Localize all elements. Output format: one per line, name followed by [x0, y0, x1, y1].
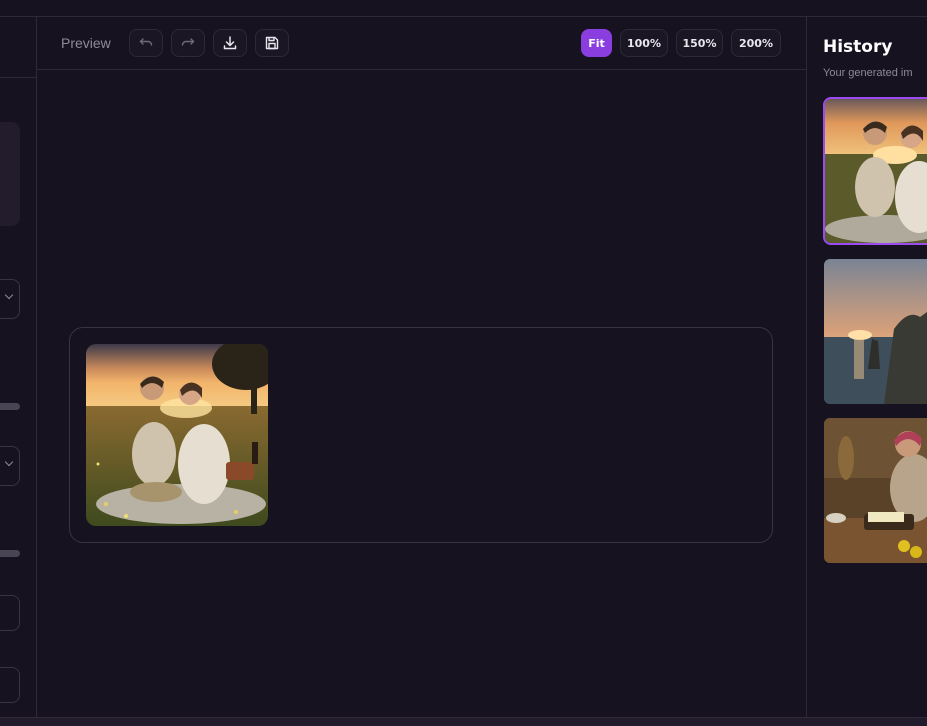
select-dropdown[interactable]	[0, 446, 20, 486]
zoom-150-button[interactable]: 150%	[676, 29, 723, 57]
zoom-200-button[interactable]: 200%	[731, 29, 781, 57]
settings-panel-header	[0, 17, 37, 78]
slider-track[interactable]	[0, 550, 20, 557]
redo-button[interactable]	[171, 29, 205, 57]
history-item-coast[interactable]	[824, 259, 927, 404]
download-icon	[223, 36, 237, 50]
undo-icon	[139, 38, 153, 46]
save-icon	[265, 36, 279, 50]
chevron-down-icon	[4, 290, 14, 300]
history-subtitle: Your generated im	[823, 67, 913, 79]
history-item-couple[interactable]	[823, 97, 927, 245]
input-field[interactable]	[0, 595, 20, 631]
input-field[interactable]	[0, 667, 20, 703]
save-button[interactable]	[255, 29, 289, 57]
select-dropdown[interactable]	[0, 279, 20, 319]
history-item-kitchen[interactable]	[824, 418, 927, 563]
download-button[interactable]	[213, 29, 247, 57]
settings-panel	[0, 17, 37, 717]
zoom-fit-button[interactable]: Fit	[581, 29, 612, 57]
preview-toolbar: Preview Fit 100% 150% 200%	[37, 17, 806, 70]
undo-button[interactable]	[129, 29, 163, 57]
zoom-100-button[interactable]: 100%	[620, 29, 668, 57]
slider-track[interactable]	[0, 403, 20, 410]
image-frame	[69, 327, 773, 543]
preview-label: Preview	[61, 35, 111, 51]
redo-icon	[181, 38, 195, 46]
prompt-card[interactable]	[0, 122, 20, 226]
chevron-down-icon	[4, 457, 14, 467]
history-title: History	[823, 37, 893, 57]
history-panel: History Your generated im	[806, 17, 927, 717]
bottom-bar	[0, 717, 927, 726]
preview-canvas	[37, 71, 806, 717]
generated-image-couple[interactable]	[86, 344, 268, 526]
top-bar	[0, 0, 927, 17]
